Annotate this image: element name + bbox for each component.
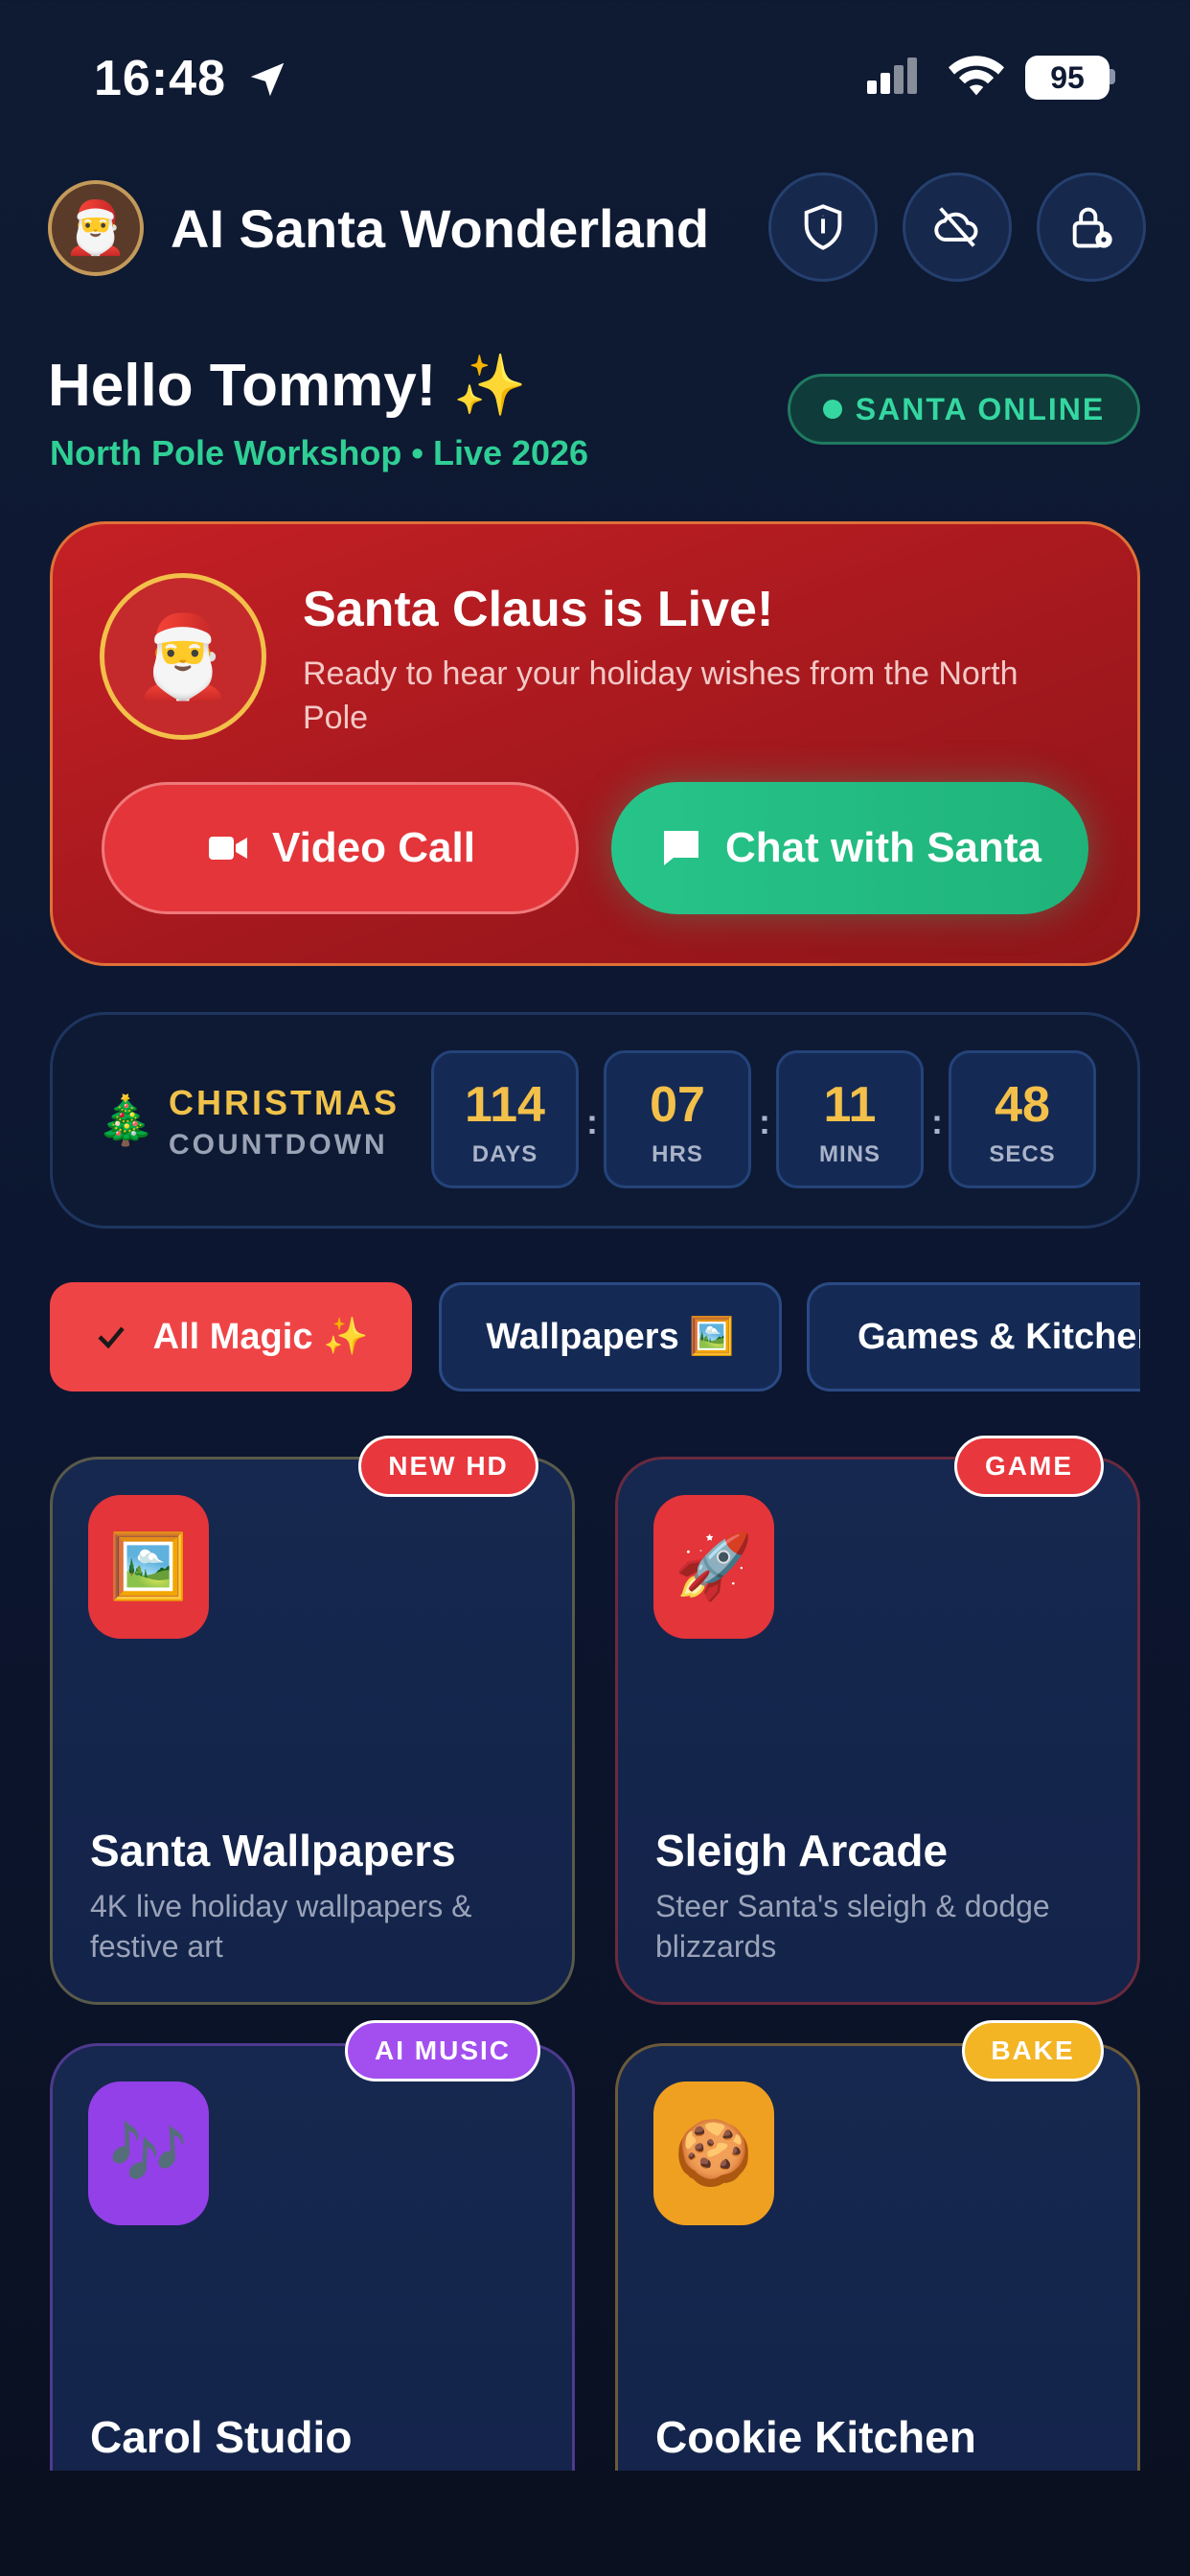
countdown-days-value: 114 [465,1077,545,1133]
cookie-icon: 🍪 [653,2082,774,2225]
video-call-label: Video Call [272,824,475,871]
countdown-label-countdown: COUNTDOWN [169,1129,388,1161]
feature-card-title: Cookie Kitchen [655,2412,976,2462]
greeting-title: Hello Tommy! ✨ [48,353,527,419]
shield-icon [804,204,842,250]
chat-with-santa-button[interactable]: Chat with Santa [611,782,1088,914]
countdown-seconds-label: SECS [989,1141,1056,1167]
countdown-days-label: DAYS [471,1141,538,1167]
status-badge-label: SANTA ONLINE [855,391,1106,426]
filter-chip-label: Games & Kitchen [858,1316,1140,1357]
cloud-off-button[interactable] [903,172,1012,282]
filter-chip-all-magic[interactable]: All Magic ✨ [50,1282,412,1392]
feature-card-title: Sleigh Arcade [655,1826,949,1875]
countdown-separator: : [931,1102,943,1141]
countdown-hours: 07 HRS [604,1050,751,1188]
chat-bubble-icon [663,831,698,865]
app-title: AI Santa Wonderland [171,198,710,259]
music-notes-icon: 🎶 [88,2082,209,2225]
countdown-seconds: 48 SECS [949,1050,1096,1188]
countdown-separator: : [586,1102,598,1141]
status-time: 16:48 [94,51,226,106]
feature-badge: AI MUSIC [345,2020,540,2082]
battery-cap [1110,69,1115,84]
filter-chip-games-kitchen[interactable]: Games & Kitchen [807,1282,1140,1392]
feature-card-title: Carol Studio [90,2412,353,2462]
countdown-hours-value: 07 [650,1077,705,1133]
feature-badge: BAKE [962,2020,1104,2082]
rocket-icon: 🚀 [653,1495,774,1639]
location-arrow-icon [250,62,285,97]
cloud-off-icon [934,207,978,247]
countdown-hours-label: HRS [652,1141,703,1167]
bottom-fade [0,2471,1190,2576]
countdown-minutes-value: 11 [823,1077,877,1133]
countdown-minutes-label: MINS [819,1141,881,1167]
filter-chip-wallpapers[interactable]: Wallpapers 🖼️ [439,1282,782,1392]
shield-button[interactable] [768,172,878,282]
video-camera-icon [209,837,248,860]
feature-badge: NEW HD [358,1436,538,1497]
countdown-days: 114 DAYS [431,1050,579,1188]
greeting-subline: North Pole Workshop • Live 2026 [50,433,589,472]
chat-with-santa-label: Chat with Santa [724,824,1042,871]
wifi-icon [949,56,1004,96]
countdown-label-christmas: CHRISTMAS [169,1083,400,1122]
feature-card-title: Santa Wallpapers [90,1826,456,1875]
feature-badge: GAME [954,1436,1104,1497]
filter-chip-label: All Magic ✨ [152,1317,369,1357]
countdown-seconds-value: 48 [995,1077,1050,1133]
countdown-minutes: 11 MINS [776,1050,924,1188]
lock-icon [1072,207,1112,248]
lock-button[interactable] [1037,172,1146,282]
live-card-description: Ready to hear your holiday wishes from t… [303,656,1018,736]
santa-avatar: 🎅 [100,573,266,740]
feature-card-description: 4K live holiday wallpapers & festive art [90,1889,472,1964]
feature-card-description: Steer Santa's sleigh & dodge blizzards [655,1889,1050,1964]
online-dot-icon [822,400,842,419]
avatar[interactable]: 🎅 [48,180,144,276]
filter-chip-label: Wallpapers 🖼️ [486,1317,735,1357]
status-badge: SANTA ONLINE [788,374,1140,445]
checkmark-icon [98,1326,125,1349]
picture-frame-icon: 🖼️ [88,1495,209,1639]
battery-indicator: 95 [1025,56,1110,100]
cellular-signal-icon [867,58,921,94]
video-call-button[interactable]: Video Call [102,782,579,914]
live-card-title: Santa Claus is Live! [303,582,774,637]
christmas-tree-icon: 🎄 [96,1093,156,1147]
countdown-separator: : [759,1102,770,1141]
